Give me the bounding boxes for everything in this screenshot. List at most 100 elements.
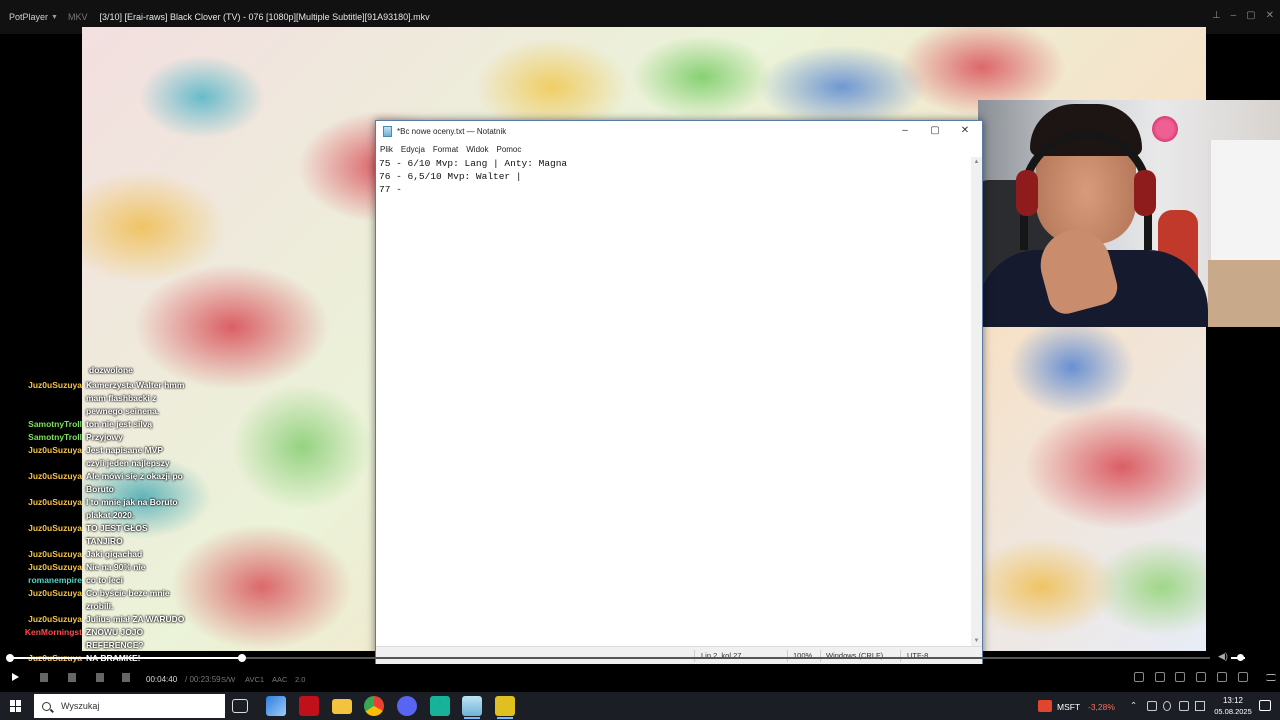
chat-text: Jaki gigachad bbox=[86, 549, 143, 559]
network-icon[interactable] bbox=[1179, 701, 1189, 711]
player-title: [3/10] [Erai-raws] Black Clover (TV) - 0… bbox=[99, 12, 430, 22]
tag-video-codec[interactable]: AVC1 bbox=[245, 675, 264, 684]
subtitle-icon[interactable] bbox=[1134, 672, 1144, 682]
tag-channels[interactable]: 2.0 bbox=[295, 675, 305, 684]
file-explorer-icon[interactable] bbox=[332, 699, 352, 714]
chat-message: Juz0uSuzuya Ale mówi się z okazji po bbox=[0, 470, 183, 483]
chat-text: Nie na 90% nie bbox=[86, 562, 146, 572]
chat-message: Juz0uSuzuya Julius miał ZA WARUDO bbox=[0, 613, 184, 626]
windows-start-icon[interactable] bbox=[10, 700, 22, 712]
360-icon[interactable] bbox=[1155, 672, 1165, 682]
chat-username bbox=[0, 483, 86, 496]
menu-edit[interactable]: Edycja bbox=[401, 145, 425, 154]
pin-icon[interactable]: ⊥ bbox=[1212, 10, 1221, 21]
chrome-icon[interactable] bbox=[364, 696, 384, 716]
search-icon bbox=[42, 701, 51, 711]
task-view-icon[interactable] bbox=[232, 699, 248, 713]
close-button[interactable]: ✕ bbox=[950, 122, 980, 140]
menu-file[interactable]: Plik bbox=[380, 145, 393, 154]
taskbar-search[interactable]: Wyszukaj bbox=[34, 694, 225, 718]
chat-username bbox=[0, 600, 86, 613]
microphone-icon[interactable] bbox=[1163, 701, 1171, 711]
notepad-menubar: Plik Edycja Format Widok Pomoc bbox=[376, 141, 982, 157]
notepad-taskbar-icon[interactable] bbox=[462, 696, 482, 719]
previous-icon[interactable] bbox=[68, 673, 76, 682]
seek-start-marker bbox=[6, 654, 14, 662]
close-icon[interactable]: ✕ bbox=[1266, 10, 1274, 21]
seek-bar[interactable] bbox=[6, 654, 1210, 662]
screen: PotPlayer ▼ MKV [3/10] [Erai-raws] Black… bbox=[0, 0, 1280, 720]
chevron-down-icon[interactable]: ▼ bbox=[51, 14, 58, 21]
windows-taskbar: Wyszukaj MSFT -3,28% ⌃ 13:12 05.08.2025 bbox=[0, 692, 1280, 720]
notepad-text-area[interactable]: 75 - 6/10 Mvp: Lang | Anty: Magna 76 - 6… bbox=[376, 157, 972, 647]
chat-username: Juz0uSuzuya bbox=[28, 445, 82, 455]
tray-chevron-icon[interactable]: ⌃ bbox=[1130, 700, 1137, 720]
chat-message: TANJIRO bbox=[0, 535, 123, 548]
chat-text: ZNOWU JOJO bbox=[86, 627, 144, 637]
clock-time[interactable]: 13:12 bbox=[1218, 696, 1248, 705]
tag-audio-codec[interactable]: AAC bbox=[272, 675, 287, 684]
maximize-icon[interactable]: ▢ bbox=[1246, 10, 1255, 21]
chat-username: Juz0uSuzuya bbox=[28, 497, 82, 507]
settings-icon[interactable] bbox=[1238, 672, 1248, 682]
chat-message: KenMorningst ZNOWU JOJO bbox=[0, 626, 143, 639]
chat-username: SamotnyTroll bbox=[28, 419, 82, 429]
seek-progress bbox=[7, 657, 242, 659]
stop-icon[interactable] bbox=[40, 673, 48, 682]
clock-date[interactable]: 05.08.2025 bbox=[1210, 707, 1256, 716]
menu-icon[interactable] bbox=[1266, 674, 1276, 681]
stock-trend-icon bbox=[1038, 700, 1052, 712]
play-icon[interactable] bbox=[12, 673, 19, 681]
scroll-up-icon[interactable]: ▲ bbox=[971, 157, 982, 168]
chat-username: Juz0uSuzuya bbox=[28, 614, 82, 624]
capture-icon[interactable] bbox=[1217, 672, 1227, 682]
chat-username bbox=[0, 457, 86, 470]
menu-help[interactable]: Pomoc bbox=[496, 145, 521, 154]
volume-tray-icon[interactable] bbox=[1195, 701, 1205, 711]
chat-message: Juz0uSuzuya I to mnie jak na Boruto bbox=[0, 496, 177, 509]
stock-symbol[interactable]: MSFT bbox=[1057, 702, 1080, 712]
status-divider bbox=[820, 650, 821, 662]
notepad-titlebar[interactable]: *Bc nowe oceny.txt — Notatnik – ▢ ✕ bbox=[376, 121, 982, 141]
tray-app-icon[interactable] bbox=[1147, 701, 1157, 711]
player-menu-button[interactable]: PotPlayer bbox=[9, 12, 48, 22]
vertical-scrollbar[interactable]: ▲ ▼ bbox=[971, 157, 982, 647]
3d-icon[interactable] bbox=[1175, 672, 1185, 682]
chat-message: Juz0uSuzuya Nie na 90% nie bbox=[0, 561, 146, 574]
notification-icon[interactable] bbox=[1259, 700, 1271, 711]
notepad-window[interactable]: *Bc nowe oceny.txt — Notatnik – ▢ ✕ Plik… bbox=[375, 120, 983, 665]
volume-icon[interactable]: ◀) bbox=[1218, 651, 1228, 662]
chat-message: Juz0uSuzuya Jest napisane MVP bbox=[0, 444, 163, 457]
stock-change[interactable]: -3,28% bbox=[1088, 702, 1115, 712]
menu-view[interactable]: Widok bbox=[466, 145, 488, 154]
potplayer-taskbar-icon[interactable] bbox=[495, 696, 515, 719]
chat-text: Kamerzysta Walter hmm bbox=[86, 380, 185, 390]
webcam-overlay bbox=[978, 100, 1280, 327]
seek-handle[interactable] bbox=[238, 654, 246, 662]
chat-message: Juz0uSuzuya TO JEST GŁOS bbox=[0, 522, 148, 535]
volume-handle[interactable] bbox=[1237, 654, 1244, 661]
chat-message: SamotnyTroll ton nie jest silvą bbox=[0, 418, 152, 431]
menu-format[interactable]: Format bbox=[433, 145, 458, 154]
chat-username: SamotnyTroll bbox=[28, 432, 82, 442]
playlist-icon[interactable] bbox=[1196, 672, 1206, 682]
chat-text: plakat 2020. bbox=[86, 510, 135, 520]
chat-username bbox=[0, 535, 86, 548]
tag-sw[interactable]: S/W bbox=[221, 675, 235, 684]
chat-username bbox=[0, 509, 86, 522]
eject-icon[interactable] bbox=[122, 673, 130, 682]
discord-icon[interactable] bbox=[397, 696, 417, 716]
minimize-icon[interactable]: – bbox=[1231, 10, 1237, 21]
app-red-icon[interactable] bbox=[299, 696, 319, 716]
text-line: 76 - 6,5/10 Mvp: Walter | bbox=[379, 171, 522, 182]
powershell-app-icon[interactable] bbox=[266, 696, 286, 716]
chat-text: co to leci bbox=[86, 575, 123, 585]
minimize-button[interactable]: – bbox=[890, 122, 920, 140]
next-icon[interactable] bbox=[96, 673, 104, 682]
maximize-button[interactable]: ▢ bbox=[920, 122, 950, 140]
notepad-icon bbox=[383, 125, 392, 137]
app-green-icon[interactable] bbox=[430, 696, 450, 716]
chat-username bbox=[0, 392, 86, 405]
chat-message: zrobili. bbox=[0, 600, 113, 613]
chat-text: Jest napisane MVP bbox=[86, 445, 164, 455]
